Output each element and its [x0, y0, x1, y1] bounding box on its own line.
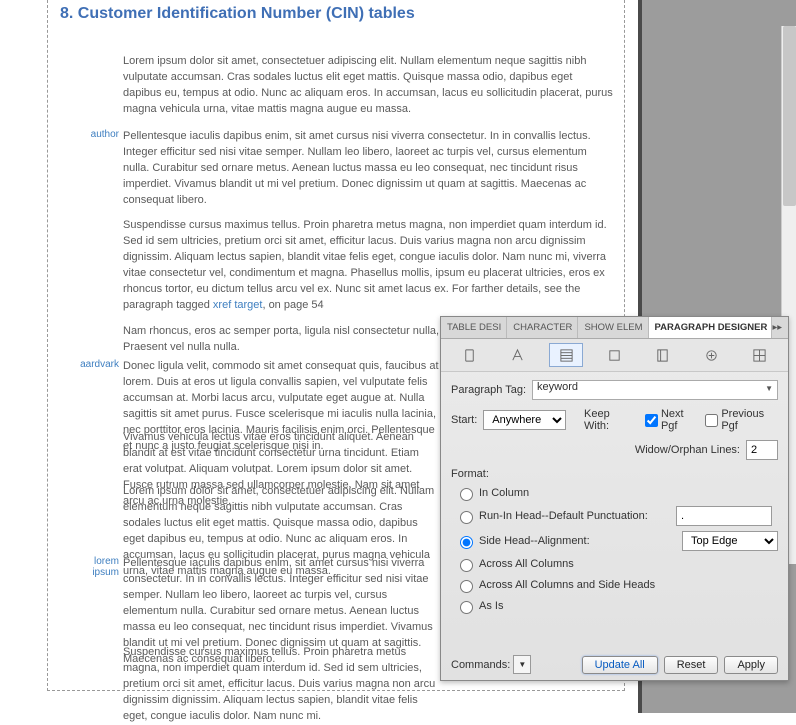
radio-as-is[interactable]: As Is — [455, 598, 778, 614]
margin-note-lorem: lorem ipsum — [67, 556, 119, 578]
basic-properties-icon[interactable] — [452, 343, 486, 367]
tab-show-elements[interactable]: SHOW ELEM — [578, 317, 648, 338]
radio-in-column[interactable]: In Column — [455, 485, 778, 501]
widow-orphan-label: Widow/Orphan Lines: — [635, 444, 740, 456]
scrollbar-thumb[interactable] — [783, 26, 796, 206]
text-span: Suspendisse cursus maximus tellus. Proin… — [123, 219, 607, 311]
table-cell-properties-icon[interactable] — [743, 343, 777, 367]
font-properties-icon[interactable] — [501, 343, 535, 367]
radio-label: Across All Columns and Side Heads — [479, 579, 655, 591]
radio-label: Run-In Head--Default Punctuation: — [479, 510, 648, 522]
paragraph-designer-panel: TABLE DESI CHARACTER SHOW ELEM PARAGRAPH… — [440, 316, 789, 681]
body-paragraph: Lorem ipsum dolor sit amet, consectetuer… — [123, 54, 613, 118]
commands-row: Commands: ▼ Update All Reset Apply — [451, 655, 778, 674]
xref-link[interactable]: xref target — [213, 299, 263, 311]
radio-label: As Is — [479, 600, 503, 612]
paragraph-tag-label: Paragraph Tag: — [451, 384, 526, 396]
paragraph-tag-select[interactable]: keyword ▼ — [532, 380, 778, 400]
numbering-properties-icon[interactable] — [597, 343, 631, 367]
pagination-properties-icon[interactable] — [549, 343, 583, 367]
margin-note-author: author — [67, 129, 119, 140]
tab-paragraph-designer[interactable]: PARAGRAPH DESIGNER — [649, 317, 773, 338]
panel-tab-bar: TABLE DESI CHARACTER SHOW ELEM PARAGRAPH… — [441, 317, 788, 339]
body-paragraph: Suspendisse cursus maximus tellus. Proin… — [123, 218, 613, 314]
start-label: Start: — [451, 414, 477, 426]
previous-pgf-label: Previous Pgf — [721, 408, 778, 432]
runin-punctuation-input[interactable] — [676, 506, 772, 526]
format-label: Format: — [451, 468, 778, 480]
apply-button[interactable]: Apply — [724, 656, 778, 674]
radio-label: Across All Columns — [479, 558, 574, 570]
next-pgf-checkbox[interactable] — [645, 414, 658, 427]
body-paragraph: Pellentesque iaculis dapibus enim, sit a… — [123, 129, 613, 209]
asian-properties-icon[interactable] — [694, 343, 728, 367]
section-heading: 8. Customer Identification Number (CIN) … — [60, 5, 415, 23]
radio-side-head[interactable]: Side Head--Alignment: Top Edge — [455, 531, 778, 551]
collapse-icon[interactable]: ▸▸ — [772, 322, 788, 333]
previous-pgf-checkbox[interactable] — [705, 414, 718, 427]
next-pgf-label: Next Pgf — [661, 408, 699, 432]
radio-across-all-side-heads[interactable]: Across All Columns and Side Heads — [455, 577, 778, 593]
radio-across-all-columns[interactable]: Across All Columns — [455, 556, 778, 572]
radio-runin-head[interactable]: Run-In Head--Default Punctuation: — [455, 506, 778, 526]
format-radio-group: In Column Run-In Head--Default Punctuati… — [455, 485, 778, 614]
text-span: , on page 54 — [262, 299, 323, 311]
update-all-button[interactable]: Update All — [582, 656, 658, 674]
advanced-properties-icon[interactable] — [646, 343, 680, 367]
paragraph-tag-value: keyword — [533, 381, 578, 393]
keep-with-label: Keep With: — [584, 408, 633, 432]
margin-note-aardvark: aardvark — [67, 359, 119, 370]
panel-body: Paragraph Tag: keyword ▼ Start: Anywhere… — [441, 372, 788, 626]
reset-button[interactable]: Reset — [664, 656, 719, 674]
widow-orphan-input[interactable] — [746, 440, 778, 460]
commands-label: Commands: — [451, 659, 510, 671]
commands-dropdown[interactable]: ▼ — [513, 655, 531, 674]
designer-toolbar — [441, 339, 788, 372]
tab-character[interactable]: CHARACTER — [507, 317, 578, 338]
tab-table-designer[interactable]: TABLE DESI — [441, 317, 507, 338]
chevron-down-icon: ▼ — [765, 384, 773, 393]
side-head-alignment-select[interactable]: Top Edge — [682, 531, 778, 551]
start-select[interactable]: Anywhere — [483, 410, 566, 430]
radio-label: In Column — [479, 487, 529, 499]
radio-label: Side Head--Alignment: — [479, 535, 590, 547]
